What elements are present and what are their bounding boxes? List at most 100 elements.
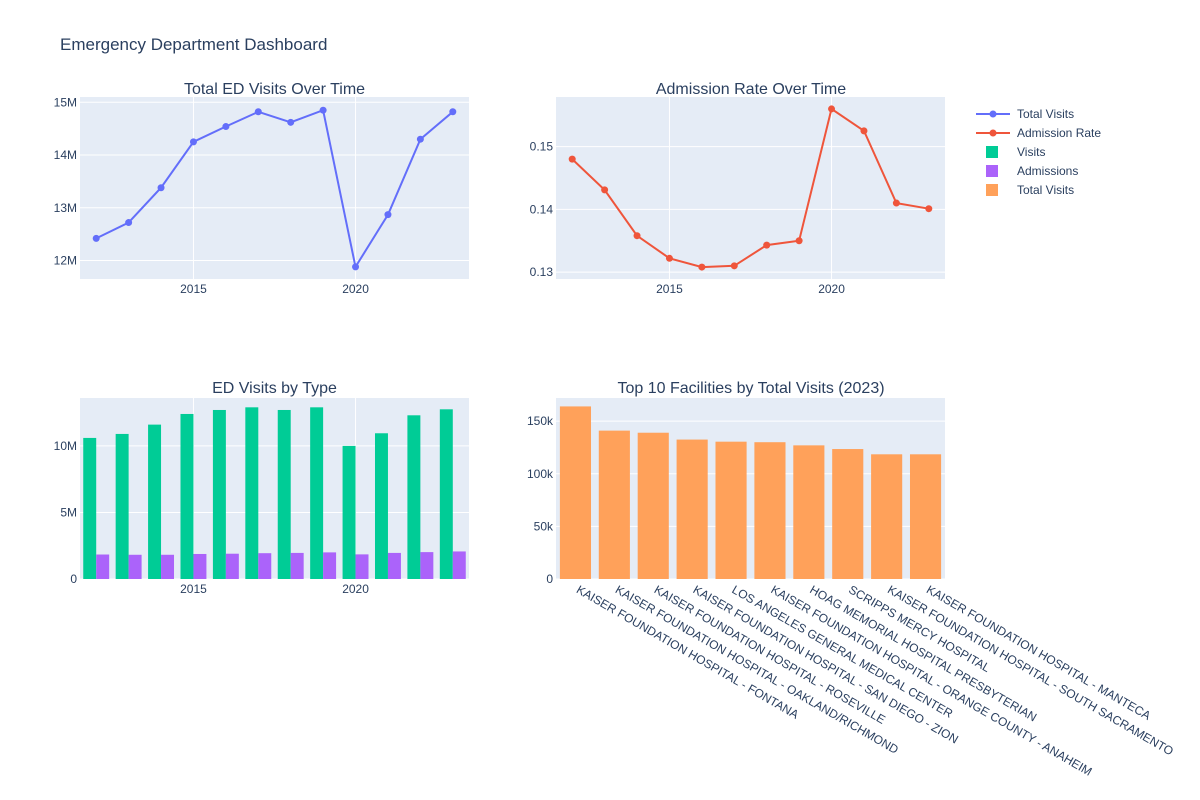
legend-marker xyxy=(989,110,997,118)
x-tick-label: 2015 xyxy=(180,582,207,596)
y-tick-label: 14M xyxy=(54,148,77,162)
bar-admissions-2015[interactable] xyxy=(193,553,207,579)
y-tick-label: 13M xyxy=(54,201,77,215)
data-point-2021[interactable] xyxy=(384,211,392,219)
data-point-2023[interactable] xyxy=(925,205,933,213)
data-point-2015[interactable] xyxy=(665,254,673,262)
bar-visits-2018[interactable] xyxy=(277,409,291,579)
bar-facility-7[interactable] xyxy=(793,445,825,579)
bar-visits-2020[interactable] xyxy=(342,445,356,579)
plot-background xyxy=(556,97,945,279)
bar-visits-2015[interactable] xyxy=(180,413,194,579)
bar-facility-5[interactable] xyxy=(715,441,747,579)
plot-background xyxy=(80,97,469,279)
data-point-2020[interactable] xyxy=(828,105,836,113)
data-point-2013[interactable] xyxy=(125,219,133,227)
bar-admissions-2023[interactable] xyxy=(452,551,466,579)
bar-visits-2016[interactable] xyxy=(212,409,226,579)
y-tick-label: 10M xyxy=(54,439,77,453)
y-tick-label: 0.13 xyxy=(530,265,554,279)
data-point-2014[interactable] xyxy=(157,184,165,192)
panel-title-ed-visits-by-type: ED Visits by Type xyxy=(212,380,337,397)
legend-label: Total Visits xyxy=(1017,107,1074,121)
bar-facility-9[interactable] xyxy=(871,454,903,579)
legend-item-visits-box[interactable]: Visits xyxy=(986,145,1045,159)
bar-facility-10[interactable] xyxy=(909,454,942,579)
data-point-2018[interactable] xyxy=(763,241,771,249)
bar-facility-8[interactable] xyxy=(832,449,864,579)
y-tick-label: 0.15 xyxy=(530,140,554,154)
bar-facility-1[interactable] xyxy=(559,406,592,579)
data-point-2019[interactable] xyxy=(319,106,327,114)
legend-box-swatch xyxy=(986,165,998,177)
x-tick-label: 2015 xyxy=(656,282,683,296)
data-point-2021[interactable] xyxy=(860,127,868,135)
panel-admission-rate: Admission Rate Over Time 0.13 0.14 0.15 201… xyxy=(530,81,945,296)
bar-visits-2017[interactable] xyxy=(245,407,259,579)
data-point-2015[interactable] xyxy=(189,138,197,146)
bar-visits-2012[interactable] xyxy=(83,437,97,579)
data-point-2016[interactable] xyxy=(222,123,230,131)
data-point-2023[interactable] xyxy=(449,108,457,116)
bar-admissions-2022[interactable] xyxy=(420,552,434,579)
bar-admissions-2021[interactable] xyxy=(387,552,401,579)
bar-admissions-2013[interactable] xyxy=(128,554,142,579)
y-tick-label: 0 xyxy=(70,572,77,586)
x-tick-label: 2020 xyxy=(342,282,369,296)
bar-visits-2023[interactable] xyxy=(439,409,453,579)
bar-visits-2021[interactable] xyxy=(374,433,388,579)
bar-visits-2013[interactable] xyxy=(115,433,129,579)
legend-item-total-visits-line[interactable]: Total Visits xyxy=(976,107,1074,121)
legend-label: Admissions xyxy=(1017,164,1078,178)
bar-visits-2014[interactable] xyxy=(148,424,162,579)
data-point-2020[interactable] xyxy=(352,263,360,271)
legend-item-admission-rate-line[interactable]: Admission Rate xyxy=(976,126,1101,140)
bar-visits-2022[interactable] xyxy=(407,415,421,579)
bar-admissions-2018[interactable] xyxy=(290,552,304,579)
data-point-2022[interactable] xyxy=(416,135,424,143)
bar-facility-2[interactable] xyxy=(598,430,630,579)
legend-box-swatch xyxy=(986,146,998,158)
bar-facility-3[interactable] xyxy=(637,432,669,579)
data-point-2017[interactable] xyxy=(730,262,738,270)
y-tick-label: 15M xyxy=(54,95,77,109)
y-tick-label: 12M xyxy=(54,254,77,268)
panel-ed-visits-by-type: ED Visits by Type 0 5M 10M 2015 2020 xyxy=(54,380,469,596)
bar-admissions-2017[interactable] xyxy=(258,553,272,579)
y-tick-label: 0.14 xyxy=(530,202,554,216)
data-point-2019[interactable] xyxy=(795,237,803,245)
data-point-2022[interactable] xyxy=(892,199,900,207)
data-point-2012[interactable] xyxy=(568,155,576,163)
bar-admissions-2014[interactable] xyxy=(161,554,175,579)
dashboard-canvas: Emergency Department Dashboard Total ED … xyxy=(54,35,1176,779)
bar-admissions-2020[interactable] xyxy=(355,554,369,579)
bar-visits-2019[interactable] xyxy=(310,407,324,579)
data-point-2016[interactable] xyxy=(698,263,706,271)
x-tick-label: 2020 xyxy=(342,582,369,596)
legend-box-swatch xyxy=(986,184,998,196)
bar-admissions-2012[interactable] xyxy=(96,554,110,579)
bar-facility-4[interactable] xyxy=(676,439,708,579)
data-point-2017[interactable] xyxy=(254,108,262,116)
bar-admissions-2016[interactable] xyxy=(225,553,239,579)
x-tick-label: 2020 xyxy=(818,282,845,296)
panel-total-ed-visits: Total ED Visits Over Time 12M 13M 14M 15M 20… xyxy=(54,81,469,296)
legend-label: Visits xyxy=(1017,145,1045,159)
y-tick-label: 5M xyxy=(60,505,77,519)
data-point-2012[interactable] xyxy=(92,234,100,242)
bar-admissions-2019[interactable] xyxy=(323,552,337,579)
y-tick-label: 50k xyxy=(534,519,554,533)
bar-facility-6[interactable] xyxy=(754,442,786,579)
y-tick-label: 150k xyxy=(527,414,554,428)
panel-title-admission-rate: Admission Rate Over Time xyxy=(656,81,846,98)
y-tick-label: 100k xyxy=(527,467,554,481)
data-point-2014[interactable] xyxy=(633,232,641,240)
data-point-2013[interactable] xyxy=(601,186,609,194)
data-point-2018[interactable] xyxy=(287,118,295,126)
panel-top-facilities: Top 10 Facilities by Total Visits (2023)… xyxy=(527,380,1176,779)
legend-marker xyxy=(989,129,997,137)
legend[interactable]: Total Visits Admission Rate Visits Admissio… xyxy=(976,107,1101,197)
legend-label: Total Visits xyxy=(1017,183,1074,197)
legend-item-total-visits-box[interactable]: Total Visits xyxy=(986,183,1074,197)
legend-item-admissions-box[interactable]: Admissions xyxy=(986,164,1078,178)
